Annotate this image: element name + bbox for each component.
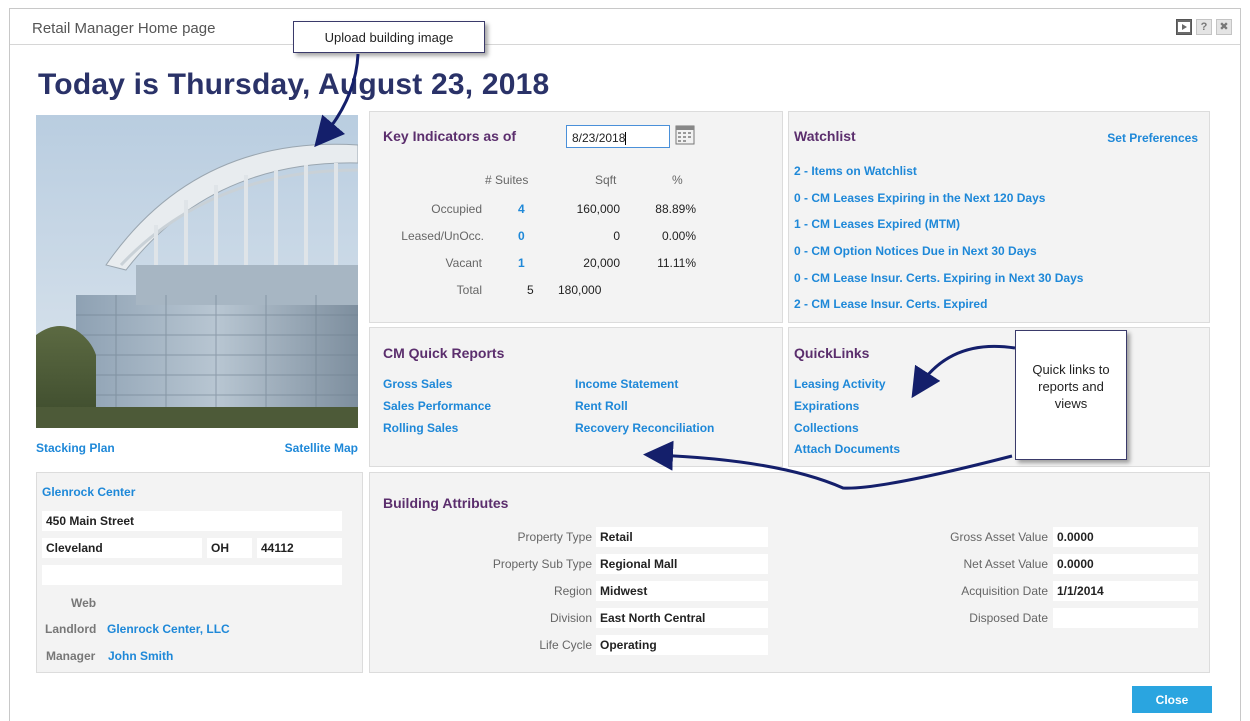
web-label: Web [71,596,97,610]
landlord-link[interactable]: Glenrock Center, LLC [107,622,230,636]
building-attributes-panel: Building Attributes Property Type Retail… [369,472,1210,673]
col-pct: % [672,173,683,187]
city-field: Cleveland [42,538,202,558]
video-icon[interactable] [1176,19,1192,35]
attr-label: Property Type [517,530,592,544]
watchlist-item[interactable]: 0 - CM Option Notices Due in Next 30 Day… [794,244,1037,258]
landlord-label: Landlord [45,622,97,636]
report-gross-sales[interactable]: Gross Sales [383,377,452,391]
address-field: 450 Main Street [42,511,342,531]
property-panel: Glenrock Center 450 Main Street Clevelan… [36,472,363,673]
address2-field [42,565,342,585]
report-sales-performance[interactable]: Sales Performance [383,399,491,413]
state-field: OH [207,538,252,558]
watchlist-item[interactable]: 2 - CM Lease Insur. Certs. Expired [794,297,987,311]
watchlist-item[interactable]: 2 - Items on Watchlist [794,164,917,178]
quicklink-item[interactable]: Attach Documents [794,442,900,456]
attr-label: Disposed Date [969,611,1048,625]
occupied-pct: 88.89% [655,202,696,216]
building-attributes-title: Building Attributes [383,495,509,511]
total-suites: 5 [527,283,534,297]
manager-link[interactable]: John Smith [108,649,173,663]
indicator-date-value: 8/23/2018 [572,131,626,145]
quicklinks-callout-text: Quick links to reports and views [1032,362,1110,411]
acquisition-date-field: 1/1/2014 [1053,581,1198,601]
watchlist-item[interactable]: 1 - CM Leases Expired (MTM) [794,217,960,231]
quick-reports-title: CM Quick Reports [383,345,505,361]
property-type-field: Retail [596,527,768,547]
vacant-suites-link[interactable]: 1 [518,256,525,270]
vacant-pct: 11.11% [657,256,696,270]
total-sqft: 180,000 [558,283,602,297]
report-income-statement[interactable]: Income Statement [575,377,678,391]
row-label: Vacant [445,256,482,270]
row-label: Occupied [431,202,482,216]
quicklinks-title: QuickLinks [794,345,870,361]
leased-suites-link[interactable]: 0 [518,229,525,243]
help-icon[interactable]: ? [1196,19,1212,35]
quicklink-item[interactable]: Expirations [794,399,859,413]
property-sub-type-field: Regional Mall [596,554,768,574]
titlebar: Retail Manager Home page ? ✖ [10,9,1240,45]
stacking-plan-link[interactable]: Stacking Plan [36,441,115,455]
leased-pct: 0.00% [661,229,696,243]
satellite-map-link[interactable]: Satellite Map [285,441,358,455]
page-heading: Today is Thursday, August 23, 2018 [38,68,550,101]
title-icons: ? ✖ [1176,19,1232,35]
indicator-date-input[interactable]: 8/23/2018 [566,125,670,148]
key-indicators-panel: Key Indicators as of 8/23/2018 # Suites … [369,111,783,323]
quicklinks-callout: Quick links to reports and views [1015,330,1127,460]
report-rolling-sales[interactable]: Rolling Sales [383,421,458,435]
upload-callout-text: Upload building image [324,30,454,45]
leased-sqft: 0 [613,229,620,243]
attr-label: Life Cycle [539,638,592,652]
col-sqft: Sqft [595,173,617,187]
occupied-suites-link[interactable]: 4 [518,202,525,216]
quick-reports-panel: CM Quick Reports Gross Sales Sales Perfo… [369,327,783,467]
close-button[interactable]: Close [1132,686,1212,713]
gross-asset-value-field: 0.0000 [1053,527,1198,547]
quicklink-item[interactable]: Collections [794,421,859,435]
key-indicators-title: Key Indicators as of [383,128,517,144]
net-asset-value-field: 0.0000 [1053,554,1198,574]
close-icon[interactable]: ✖ [1216,19,1232,35]
calendar-icon[interactable] [675,125,695,145]
manager-label: Manager [46,649,96,663]
set-preferences-link[interactable]: Set Preferences [1107,131,1198,145]
occupied-sqft: 160,000 [576,202,620,216]
life-cycle-field: Operating [596,635,768,655]
watchlist-title: Watchlist [794,128,856,144]
report-rent-roll[interactable]: Rent Roll [575,399,628,413]
division-field: East North Central [596,608,768,628]
zip-field: 44112 [257,538,342,558]
row-label: Total [456,283,482,297]
quicklink-item[interactable]: Leasing Activity [794,377,886,391]
upload-callout: Upload building image [293,21,485,53]
attr-label: Acquisition Date [961,584,1048,598]
image-links: Stacking Plan Satellite Map [36,439,358,459]
attr-label: Property Sub Type [492,557,592,571]
attr-label: Division [549,611,592,625]
report-recovery-reconciliation[interactable]: Recovery Reconciliation [575,421,714,435]
attr-label: Region [553,584,592,598]
property-name-link[interactable]: Glenrock Center [42,485,135,499]
attr-label: Net Asset Value [963,557,1049,571]
watchlist-item[interactable]: 0 - CM Leases Expiring in the Next 120 D… [794,191,1045,205]
watchlist-panel: Watchlist Set Preferences 2 - Items on W… [788,111,1210,323]
disposed-date-field [1053,608,1198,628]
attr-label: Gross Asset Value [950,530,1048,544]
watchlist-item[interactable]: 0 - CM Lease Insur. Certs. Expiring in N… [794,271,1083,285]
window-title: Retail Manager Home page [32,20,216,37]
row-label: Leased/UnOcc. [401,229,484,243]
building-image[interactable] [36,115,358,428]
vacant-sqft: 20,000 [583,256,620,270]
region-field: Midwest [596,581,768,601]
quicklinks-panel: QuickLinks Leasing Activity Expirations … [788,327,1210,467]
col-suites: # Suites [485,173,529,187]
